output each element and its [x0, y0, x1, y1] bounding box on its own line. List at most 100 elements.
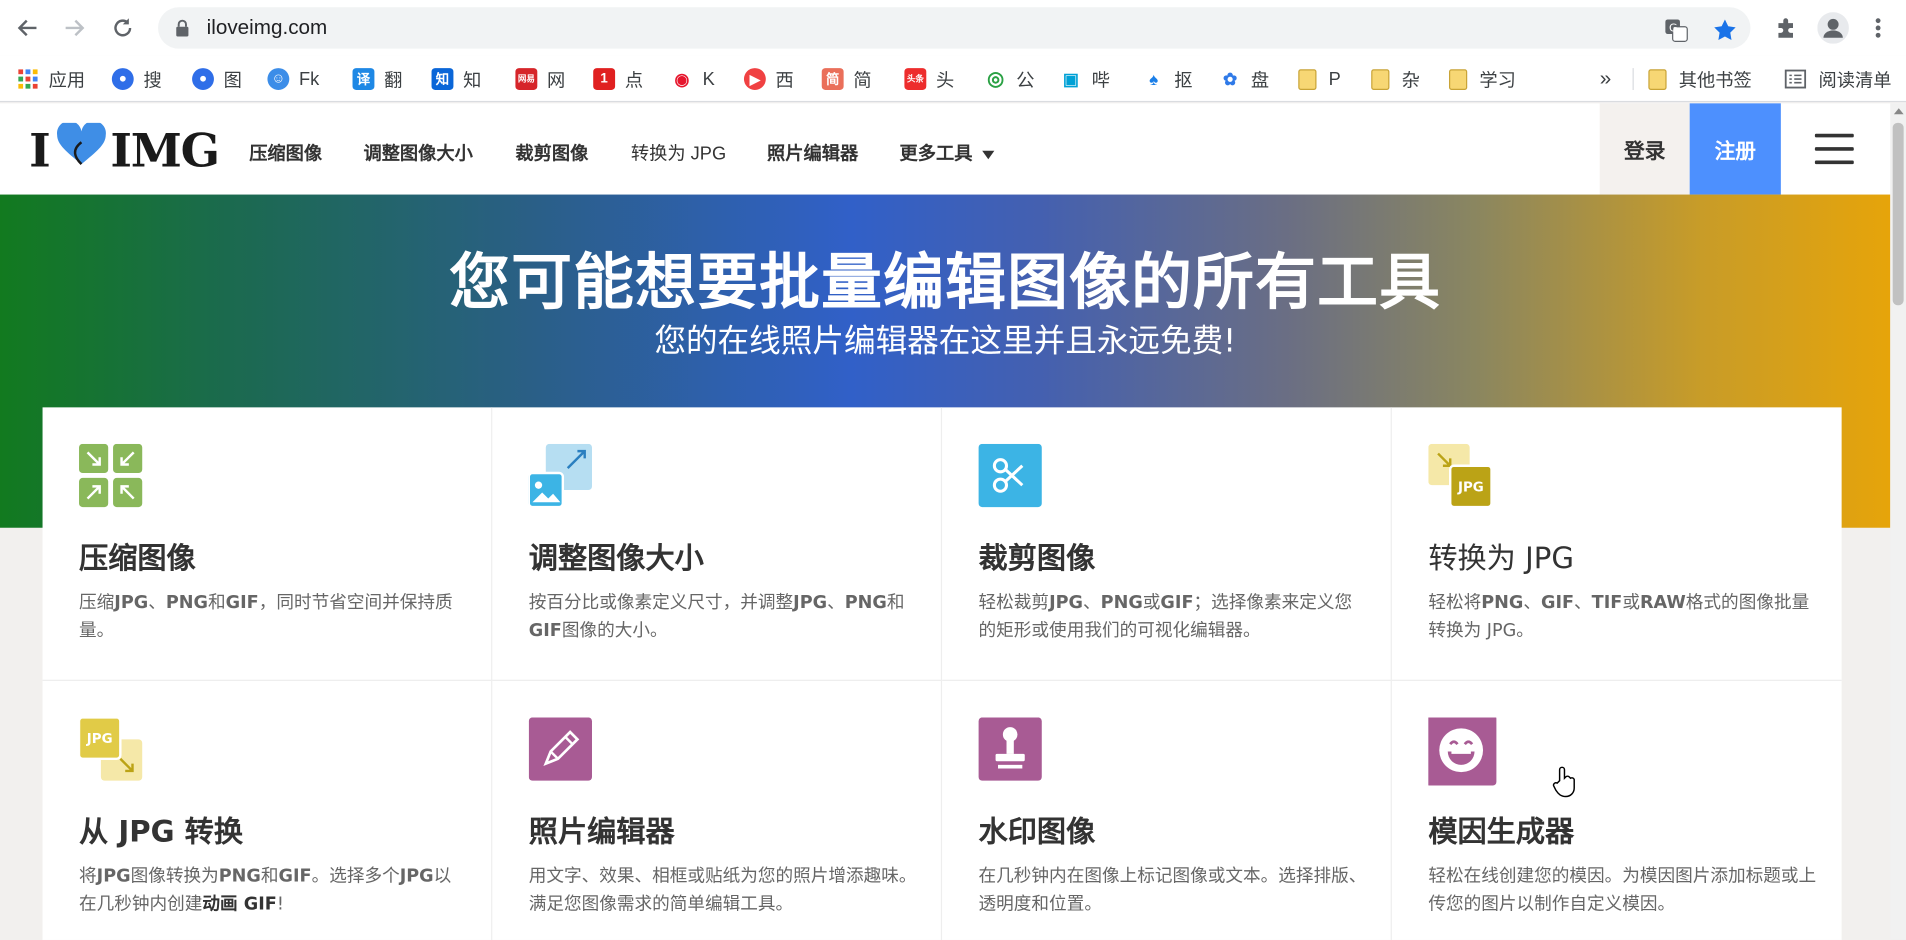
forward-arrow-icon	[65, 19, 85, 37]
baidu-pan-icon: ✿	[1223, 68, 1238, 89]
bookmark-label: 网	[547, 69, 566, 91]
caret-down-icon	[982, 150, 995, 159]
folder-icon	[1298, 68, 1317, 90]
bookmark-item[interactable]: 译翻	[352, 66, 402, 93]
nav-photo-editor[interactable]: 照片编辑器	[767, 140, 858, 166]
login-button[interactable]: 登录	[1599, 103, 1690, 195]
tool-card-convert-to-jpg[interactable]: JPG 转换为 JPG 轻松将PNG、GIF、TIF或RAW格式的图像批量转换为…	[1391, 407, 1842, 681]
reload-button[interactable]	[107, 12, 139, 44]
logo-text-right: IMG	[110, 122, 220, 177]
bookmark-folder[interactable]: 杂	[1371, 66, 1420, 93]
jianshu-icon: 简	[821, 68, 844, 90]
bilibili-icon: ▣	[1062, 68, 1079, 89]
bookmark-item[interactable]: ▶ 西	[743, 66, 794, 93]
svg-text:JPG: JPG	[86, 732, 113, 747]
tools-grid: 压缩图像 压缩JPG、PNG和GIF，同时节省空间并保持质量。 调整图像大小 按…	[42, 407, 1842, 940]
nav-compress[interactable]: 压缩图像	[249, 140, 322, 166]
bookmark-label: 哔	[1091, 69, 1110, 91]
tool-description: 轻松在线创建您的模因。为模因图片添加标题或上传您的图片以制作自定义模因。	[1428, 867, 1817, 915]
convert-from-jpg-icon: JPG	[77, 716, 147, 785]
bookmark-label: 简	[853, 69, 872, 91]
back-arrow-icon	[17, 19, 37, 37]
reading-list[interactable]: 阅读清单	[1784, 66, 1892, 93]
zhihu-icon: 知	[431, 68, 454, 90]
bookmark-item[interactable]: ● 图	[192, 66, 242, 93]
reading-list-label: 阅读清单	[1818, 69, 1892, 91]
tool-title: 照片编辑器	[528, 814, 675, 849]
tool-card-watermark[interactable]: 水印图像 在几秒钟内在图像上标记图像或文本。选择排版、透明度和位置。	[942, 680, 1392, 940]
iloveimg-logo[interactable]: I IMG	[29, 120, 220, 177]
toutiao-icon: 头条	[904, 68, 927, 90]
tool-title: 压缩图像	[79, 541, 196, 576]
netease-icon: 网易	[515, 68, 538, 90]
tool-card-resize[interactable]: 调整图像大小 按百分比或像素定义尺寸，并调整JPG、PNG和GIF图像的大小。	[492, 407, 943, 681]
page-scrollbar[interactable]	[1890, 103, 1906, 940]
tool-title: 模因生成器	[1428, 814, 1575, 849]
bookmark-label: 搜	[143, 69, 162, 91]
bookmark-apps[interactable]: 应用	[17, 66, 85, 93]
site-header: I IMG 压缩图像 调整图像大小 裁剪图像 转换为 JPG 照片编辑器 更多工…	[0, 103, 1906, 195]
url-text: iloveimg.com	[206, 15, 328, 39]
bookmark-item[interactable]: ● 搜	[111, 66, 162, 93]
bookmark-item[interactable]: 知知	[431, 66, 481, 93]
scroll-up-icon[interactable]	[1893, 108, 1904, 115]
pencil-icon	[528, 717, 597, 785]
apps-grid-icon	[17, 68, 39, 90]
compress-icon	[79, 443, 147, 512]
tool-card-photo-editor[interactable]: 照片编辑器 用文字、效果、相框或贴纸为您的照片增添趣味。满足您图像需求的简单编辑…	[492, 680, 943, 940]
bookmark-item[interactable]: 网易网	[515, 66, 565, 93]
hand-cursor-icon	[1552, 766, 1576, 802]
laughing-face-icon	[1425, 715, 1497, 786]
bookmark-label: 公	[1016, 69, 1035, 91]
bookmark-item[interactable]: ◉ K	[671, 66, 715, 93]
scissors-icon	[978, 443, 1047, 512]
scrollbar-thumb[interactable]	[1892, 122, 1904, 306]
bookmark-item[interactable]: ☺ Fk	[267, 66, 319, 93]
hamburger-menu-icon[interactable]	[1814, 133, 1854, 166]
nav-more-tools-label: 更多工具	[899, 143, 973, 165]
bookmark-item[interactable]: ◎ 公	[985, 66, 1035, 93]
nav-crop[interactable]: 裁剪图像	[515, 140, 588, 166]
tool-description: 在几秒钟内在图像上标记图像或文本。选择排版、透明度和位置。	[978, 867, 1367, 915]
bookmark-label: K	[702, 68, 715, 90]
extensions-icon[interactable]	[1770, 12, 1802, 44]
address-bar[interactable]: iloveimg.com G	[158, 7, 1751, 49]
tool-description: 轻松将PNG、GIF、TIF或RAW格式的图像批量转换为 JPG。	[1428, 593, 1810, 641]
back-button[interactable]	[12, 12, 44, 44]
svg-text:G: G	[1669, 22, 1677, 35]
tool-card-convert-from-jpg[interactable]: JPG 从 JPG 转换 将JPG图像转换为PNG和GIF。选择多个JPG以在几…	[43, 680, 493, 940]
browser-menu-icon[interactable]	[1862, 12, 1894, 44]
nav-more-tools[interactable]: 更多工具	[900, 140, 995, 166]
tool-card-meme-generator[interactable]: 模因生成器 轻松在线创建您的模因。为模因图片添加标题或上传您的图片以制作自定义模…	[1392, 681, 1842, 940]
translate-page-icon[interactable]: G	[1663, 17, 1690, 44]
baidu-paw-icon: ●	[192, 68, 214, 90]
bookmark-folder[interactable]: P	[1298, 66, 1341, 93]
bookmark-folder[interactable]: 学习	[1448, 66, 1516, 93]
bookmark-star-icon[interactable]	[1712, 17, 1739, 44]
bookmarks-overflow-button[interactable]: »	[1600, 66, 1612, 93]
bookmark-label: 西	[775, 69, 794, 91]
nav-convert-to-jpg[interactable]: 转换为 JPG	[631, 140, 726, 166]
tool-description: 将JPG图像转换为PNG和GIF。选择多个JPG以在几秒钟内创建动画 GIF!	[79, 867, 452, 915]
baidu-paw-icon: ●	[111, 68, 134, 90]
koutu-icon: ♠	[1149, 69, 1159, 89]
tool-title: 水印图像	[978, 814, 1096, 849]
wechat-icon: ◎	[987, 69, 1005, 90]
tool-card-crop[interactable]: 裁剪图像 轻松裁剪JPG、PNG或GIF；选择像素来定义您的矩形或使用我们的可视…	[942, 407, 1392, 681]
bookmark-item[interactable]: ♠ 抠	[1143, 66, 1192, 93]
bookmark-item[interactable]: ▣ 哔	[1060, 66, 1110, 93]
other-bookmarks[interactable]: 其他书签	[1648, 66, 1752, 93]
signup-button[interactable]: 注册	[1689, 103, 1781, 195]
tool-description: 按百分比或像素定义尺寸，并调整JPG、PNG和GIF图像的大小。	[528, 593, 905, 641]
one-icon: 1	[593, 68, 616, 90]
nav-resize[interactable]: 调整图像大小	[363, 140, 472, 166]
tool-description: 压缩JPG、PNG和GIF，同时节省空间并保持质量。	[79, 593, 453, 641]
tool-card-compress[interactable]: 压缩图像 压缩JPG、PNG和GIF，同时节省空间并保持质量。	[42, 407, 493, 681]
profile-avatar-icon[interactable]	[1817, 12, 1849, 44]
stamp-icon	[978, 717, 1047, 785]
bookmark-item[interactable]: ✿ 盘	[1219, 66, 1269, 93]
forward-button[interactable]	[58, 12, 90, 44]
bookmark-item[interactable]: 1点	[593, 66, 643, 93]
bookmark-item[interactable]: 头条头	[904, 66, 954, 93]
bookmark-item[interactable]: 简简	[821, 66, 872, 93]
